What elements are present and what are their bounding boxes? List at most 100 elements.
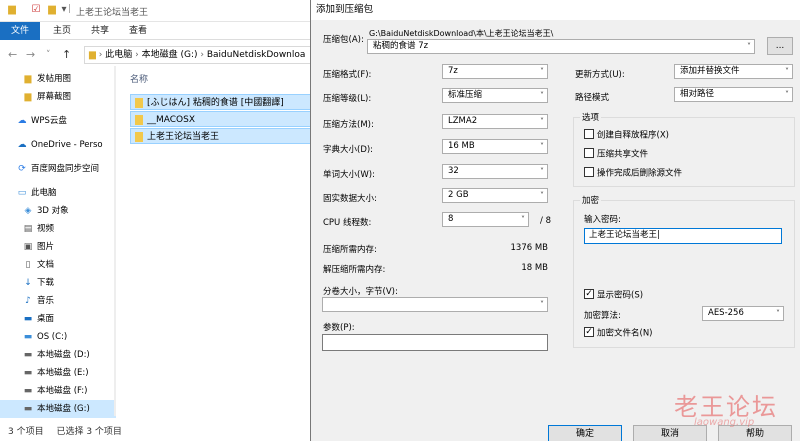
solid-select[interactable]: 2 GB ˅ <box>442 188 548 203</box>
sfx-checkbox[interactable]: 创建自释放程序(X) <box>584 129 669 142</box>
sidebar-item-drive-c[interactable]: ▬ OS (C:) <box>0 328 116 346</box>
password-label: 输入密码: <box>584 215 621 225</box>
password-input[interactable]: 上老王论坛当老王| <box>584 228 782 244</box>
delete-source-checkbox[interactable]: 操作完成后删除源文件 <box>584 167 682 180</box>
folder-icon: ▆ <box>89 50 96 60</box>
add-to-archive-dialog: 添加到压缩包 压缩包(A): G:\BaiduNetdiskDownload\本… <box>310 0 800 441</box>
sidebar-scrollbar[interactable] <box>114 66 116 416</box>
browse-button[interactable]: ... <box>767 37 793 55</box>
mem-decomp-value: 18 MB <box>521 263 548 273</box>
params-label: 参数(P): <box>323 323 355 333</box>
sidebar-item-3d-objects[interactable]: ◈ 3D 对象 <box>0 202 116 220</box>
params-input[interactable] <box>322 334 548 351</box>
cpu-total: / 8 <box>540 216 551 226</box>
folder-icon[interactable]: ▆ <box>46 4 58 16</box>
sidebar-item-pictures[interactable]: ▣ 图片 <box>0 238 116 256</box>
chevron-down-icon: ˅ <box>776 309 780 318</box>
tab-view[interactable]: 查看 <box>120 22 156 40</box>
sidebar-item-downloads[interactable]: ↓ 下载 <box>0 274 116 292</box>
chevron-down-icon: ˅ <box>540 191 544 200</box>
up-arrow-icon[interactable]: ↑ <box>62 48 71 62</box>
sidebar-item-drive-f[interactable]: ▬ 本地磁盘 (F:) <box>0 382 116 400</box>
level-label: 压缩等级(L): <box>323 94 372 104</box>
drive-icon: ▬ <box>23 350 33 360</box>
method-select[interactable]: LZMA2 ˅ <box>442 114 548 129</box>
breadcrumb-drive-g[interactable]: 本地磁盘 (G:) <box>142 50 198 60</box>
drive-icon: ▬ <box>23 332 33 342</box>
file-list: 名称 [ふじはん] 粘稠的食谱 [中國翻譯] __MACOSX 上老王论坛当老王 <box>118 66 314 421</box>
video-icon: ▤ <box>23 224 33 234</box>
split-label: 分卷大小，字节(V): <box>323 287 398 297</box>
computer-icon: ▭ <box>17 188 27 198</box>
level-select[interactable]: 标准压缩 ˅ <box>442 88 548 103</box>
sidebar-item-onedrive[interactable]: ☁ OneDrive - Perso <box>0 136 116 154</box>
cube-icon: ◈ <box>24 206 32 216</box>
tab-share[interactable]: 共享 <box>82 22 118 40</box>
format-select[interactable]: 7z ˅ <box>442 64 548 79</box>
path-mode-select[interactable]: 相对路径 ˅ <box>674 87 793 102</box>
update-label: 更新方式(U): <box>575 70 625 80</box>
sidebar-item-videos[interactable]: ▤ 视频 <box>0 220 116 238</box>
archive-path: G:\BaiduNetdiskDownload\本\上老王论坛当老王\ <box>369 29 554 38</box>
options-group: 选项 创建自释放程序(X) 压缩共享文件 操作完成后删除源文件 <box>573 111 795 187</box>
dict-select[interactable]: 16 MB ˅ <box>442 139 548 154</box>
sidebar-item-drive-d[interactable]: ▬ 本地磁盘 (D:) <box>0 346 116 364</box>
method-label: 压缩方法(M): <box>323 120 374 130</box>
desktop-icon: ▬ <box>23 314 33 324</box>
shared-files-checkbox[interactable]: 压缩共享文件 <box>584 148 648 161</box>
column-header-name[interactable]: 名称 <box>130 72 148 85</box>
folder-icon: ▆ <box>8 4 16 15</box>
sidebar-item-drive-g[interactable]: ▬ 本地磁盘 (G:) <box>0 400 116 418</box>
enc-method-label: 加密算法: <box>584 311 621 321</box>
show-password-checkbox[interactable]: ✓ 显示密码(S) <box>584 289 643 302</box>
chevron-down-icon: ˅ <box>540 300 544 309</box>
selected-count: 已选择 3 个项目 <box>56 427 122 437</box>
sidebar-item-screenshots[interactable]: ▆ 屏幕截图 <box>0 88 116 106</box>
breadcrumb[interactable]: ▆ › 此电脑 › 本地磁盘 (G:) › BaiduNetdiskDownlo… <box>84 46 314 64</box>
item-count: 3 个项目 <box>8 427 44 437</box>
ok-button[interactable]: 确定 <box>548 425 622 441</box>
breadcrumb-folder[interactable]: BaiduNetdiskDownloa <box>207 50 306 60</box>
ribbon-tabs: 文件 主页 共享 查看 <box>0 22 312 40</box>
list-item[interactable]: __MACOSX <box>130 111 314 127</box>
format-label: 压缩格式(F): <box>323 70 372 80</box>
explorer-titlebar: ▆ ☑ ▆ ▾ | 上老王论坛当老王 <box>0 0 312 22</box>
path-mode-label: 路径模式 <box>575 93 610 103</box>
chevron-down-icon[interactable]: ˅ <box>46 48 51 62</box>
checkmark-icon: ✓ <box>584 289 594 299</box>
forward-icon[interactable]: → <box>26 48 35 62</box>
update-select[interactable]: 添加并替换文件 ˅ <box>674 64 793 79</box>
list-item[interactable]: 上老王论坛当老王 <box>130 128 314 144</box>
drive-icon: ▬ <box>23 404 33 414</box>
sidebar-item-drive-e[interactable]: ▬ 本地磁盘 (E:) <box>0 364 116 382</box>
sidebar-item-documents[interactable]: ▯ 文档 <box>0 256 116 274</box>
navigation-pane: ▆ 发帖用图 ▆ 屏幕截图 ☁ WPS云盘 ☁ OneDrive - Perso ⟳ 百度… <box>0 66 116 421</box>
tab-file[interactable]: 文件 <box>0 22 40 40</box>
drive-icon: ▬ <box>23 368 33 378</box>
encrypt-names-checkbox[interactable]: ✓ 加密文件名(N) <box>584 327 653 340</box>
archive-name-combo[interactable]: 粘稠的食谱 7z ˅ <box>367 39 755 54</box>
sidebar-item-music[interactable]: ♪ 音乐 <box>0 292 116 310</box>
mem-decomp-label: 解压缩所需内存: <box>323 265 386 275</box>
chevron-down-icon: ˅ <box>540 67 544 76</box>
list-item[interactable]: [ふじはん] 粘稠的食谱 [中國翻譯] <box>130 94 314 110</box>
sidebar-item-this-pc[interactable]: ▭ 此电脑 <box>0 184 116 202</box>
checkbox-icon[interactable]: ☑ <box>30 4 42 16</box>
enc-method-select[interactable]: AES-256 ˅ <box>702 306 784 321</box>
split-size-combo[interactable]: ˅ <box>322 297 548 312</box>
sidebar-item-post-images[interactable]: ▆ 发帖用图 <box>0 70 116 88</box>
sidebar-item-wps-cloud[interactable]: ☁ WPS云盘 <box>0 112 116 130</box>
tab-home[interactable]: 主页 <box>44 22 80 40</box>
chevron-down-icon: ˅ <box>540 142 544 151</box>
cloud-icon: ☁ <box>17 116 27 126</box>
back-icon[interactable]: ← <box>8 48 17 62</box>
mem-comp-value: 1376 MB <box>510 243 549 253</box>
drive-icon: ▬ <box>23 386 33 396</box>
chevron-down-icon: ˅ <box>785 67 789 76</box>
folder-icon: ▆ <box>24 74 32 84</box>
sidebar-item-baidu-sync[interactable]: ⟳ 百度网盘同步空间 <box>0 160 116 178</box>
word-select[interactable]: 32 ˅ <box>442 164 548 179</box>
breadcrumb-this-pc[interactable]: 此电脑 <box>105 50 132 60</box>
sidebar-item-desktop[interactable]: ▬ 桌面 <box>0 310 116 328</box>
cpu-select[interactable]: 8 ˅ <box>442 212 529 227</box>
